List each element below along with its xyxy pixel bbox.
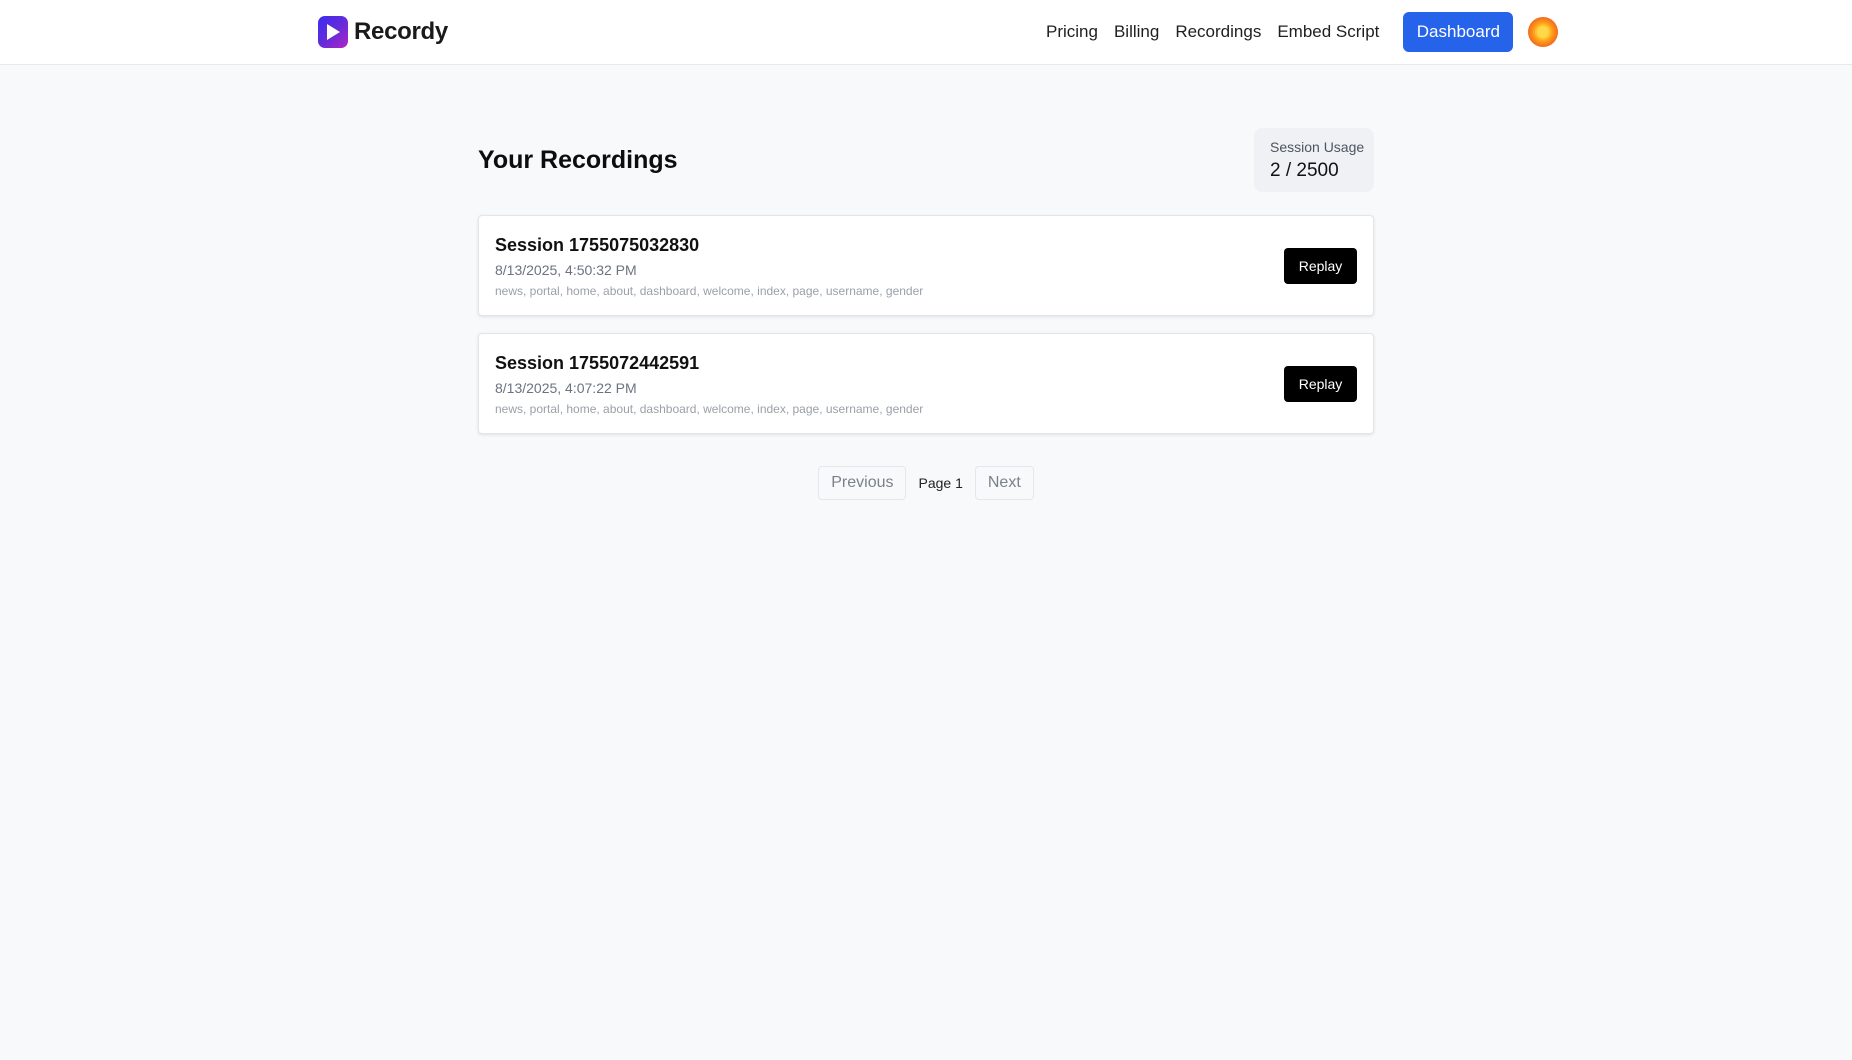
avatar[interactable]: [1528, 17, 1559, 47]
recording-date: 8/13/2025, 4:50:32 PM: [495, 262, 637, 278]
replay-button[interactable]: Replay: [1284, 366, 1357, 402]
recordings-page: Your Recordings Session Usage 2 / 2500 S…: [478, 128, 1374, 500]
play-icon: [318, 16, 348, 48]
nav-link-embed-script[interactable]: Embed Script: [1277, 22, 1379, 42]
nav-link-recordings[interactable]: Recordings: [1175, 22, 1261, 42]
nav-link-pricing[interactable]: Pricing: [1046, 22, 1098, 42]
nav-link-billing[interactable]: Billing: [1114, 22, 1159, 42]
pagination: Previous Page 1 Next: [478, 466, 1374, 500]
current-page-label: Page 1: [918, 475, 963, 491]
recording-card: Session 1755075032830 8/13/2025, 4:50:32…: [478, 215, 1374, 316]
main-nav: Pricing Billing Recordings Embed Script …: [1046, 12, 1559, 52]
next-page-button[interactable]: Next: [974, 466, 1034, 500]
page-header: Your Recordings Session Usage 2 / 2500: [478, 128, 1374, 192]
replay-button[interactable]: Replay: [1284, 248, 1357, 284]
recording-tags: news, portal, home, about, dashboard, we…: [495, 284, 924, 298]
session-usage-card: Session Usage 2 / 2500: [1254, 128, 1374, 192]
brand[interactable]: Recordy: [318, 16, 448, 48]
recording-date: 8/13/2025, 4:07:22 PM: [495, 380, 637, 396]
brand-name: Recordy: [354, 18, 448, 45]
recording-title: Session 1755072442591: [495, 353, 700, 373]
session-usage-value: 2 / 2500: [1270, 160, 1339, 181]
previous-page-button[interactable]: Previous: [818, 466, 907, 500]
top-navigation-bar: Recordy Pricing Billing Recordings Embed…: [0, 0, 1852, 65]
recording-card: Session 1755072442591 8/13/2025, 4:07:22…: [478, 333, 1374, 434]
session-usage-label: Session Usage: [1270, 139, 1365, 155]
recording-title: Session 1755075032830: [495, 235, 700, 255]
dashboard-button[interactable]: Dashboard: [1403, 12, 1514, 52]
page-title: Your Recordings: [478, 145, 678, 174]
recording-tags: news, portal, home, about, dashboard, we…: [495, 402, 924, 416]
